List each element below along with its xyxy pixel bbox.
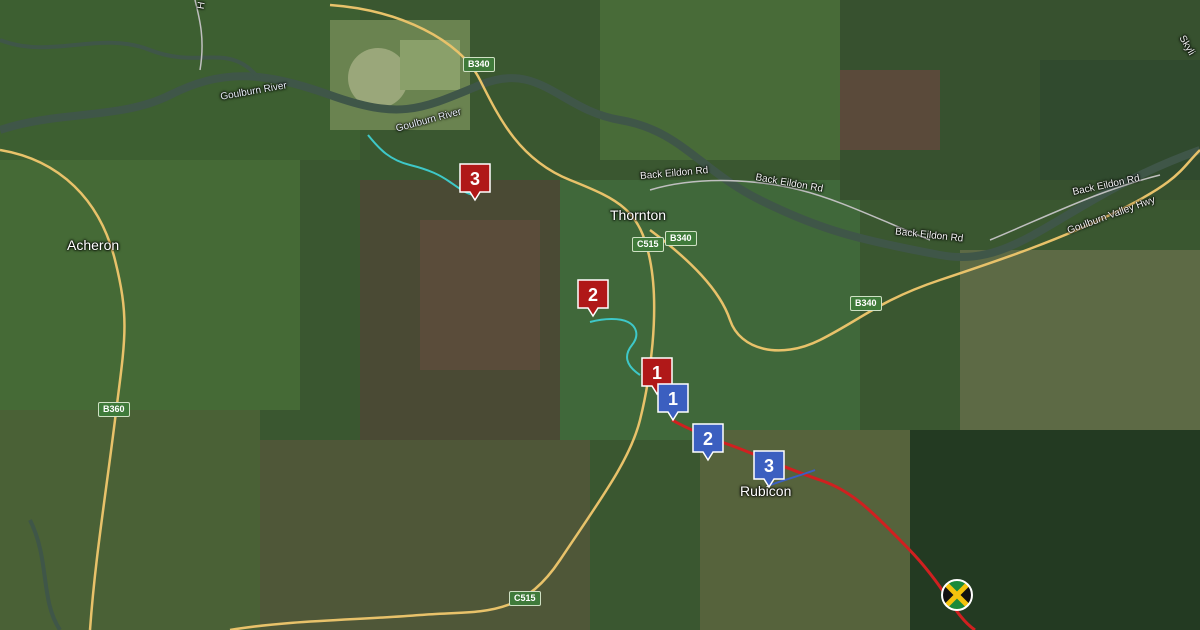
marker-label: 2 bbox=[587, 285, 598, 305]
marker-label: 1 bbox=[667, 389, 678, 409]
blue-marker-1[interactable]: 1 bbox=[656, 382, 690, 422]
route-shield: B340 bbox=[850, 296, 882, 311]
red-marker-3[interactable]: 3 bbox=[458, 162, 492, 202]
route-shield: C515 bbox=[632, 237, 664, 252]
place-acheron[interactable]: Acheron bbox=[67, 237, 119, 253]
marker-label: 2 bbox=[702, 429, 713, 449]
route-shield: C515 bbox=[509, 591, 541, 606]
marker-label: 3 bbox=[763, 456, 774, 476]
red-marker-2[interactable]: 2 bbox=[576, 278, 610, 318]
blue-marker-3[interactable]: 3 bbox=[752, 449, 786, 489]
place-thornton[interactable]: Thornton bbox=[610, 207, 666, 223]
route-shield: B340 bbox=[463, 57, 495, 72]
jamaica-flag-icon[interactable] bbox=[940, 578, 974, 612]
map-view[interactable]: Thornton Acheron Rubicon Goulburn River … bbox=[0, 0, 1200, 630]
marker-label: 1 bbox=[651, 363, 662, 383]
blue-marker-2[interactable]: 2 bbox=[691, 422, 725, 462]
route-shield: B340 bbox=[665, 231, 697, 246]
marker-label: 3 bbox=[469, 169, 480, 189]
route-shield: B360 bbox=[98, 402, 130, 417]
